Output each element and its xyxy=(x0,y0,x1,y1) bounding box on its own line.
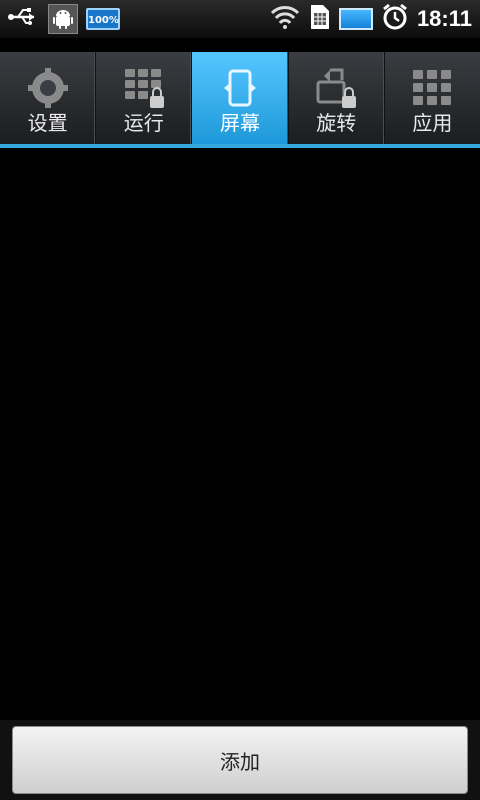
status-spacer xyxy=(0,38,480,52)
alarm-icon xyxy=(381,3,409,35)
bottom-bar: 添加 xyxy=(0,720,480,800)
battery-icon xyxy=(338,8,373,30)
apps-grid-icon xyxy=(410,66,454,110)
tab-label: 旋转 xyxy=(316,111,357,135)
status-bar: 100% 18:11 xyxy=(0,0,480,38)
tab-bar: 设置 运行 屏幕 旋转 应用 xyxy=(0,52,480,148)
screen-rotate-icon xyxy=(218,66,262,110)
battery-100-icon: 100% xyxy=(86,8,120,30)
rotate-lock-icon xyxy=(314,66,358,110)
tab-screen[interactable]: 屏幕 xyxy=(192,52,289,144)
grid-lock-icon xyxy=(122,66,166,110)
tab-rotate[interactable]: 旋转 xyxy=(289,52,385,144)
tab-label: 屏幕 xyxy=(220,111,260,135)
status-bar-right: 18:11 xyxy=(269,0,472,38)
status-bar-left: 100% xyxy=(8,0,120,38)
sim-icon xyxy=(309,3,331,35)
add-button[interactable]: 添加 xyxy=(12,726,468,794)
tab-label: 应用 xyxy=(412,111,453,135)
status-time: 18:11 xyxy=(416,6,472,31)
settings-gear-icon xyxy=(26,66,70,110)
wifi-icon xyxy=(269,4,301,34)
tab-label: 运行 xyxy=(123,111,164,135)
tab-settings[interactable]: 设置 xyxy=(0,52,97,144)
tab-running[interactable]: 运行 xyxy=(96,52,193,144)
tab-label: 设置 xyxy=(27,111,68,135)
content-list xyxy=(0,148,480,720)
tab-apps[interactable]: 应用 xyxy=(385,52,480,144)
usb-icon xyxy=(8,5,40,33)
android-debug-icon xyxy=(48,4,78,34)
